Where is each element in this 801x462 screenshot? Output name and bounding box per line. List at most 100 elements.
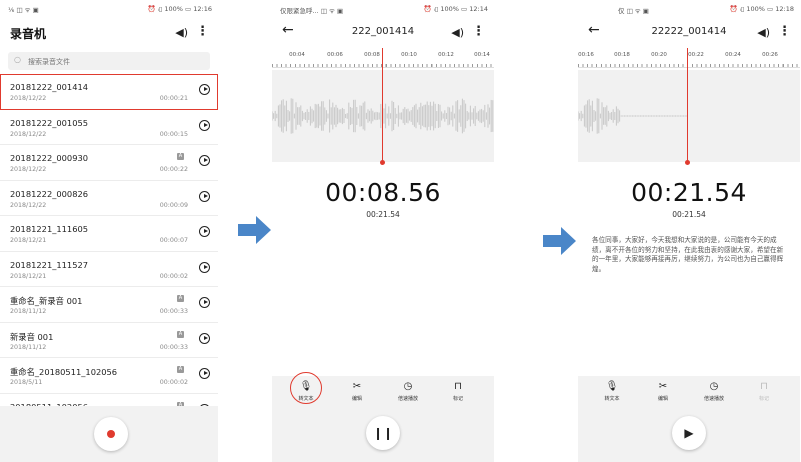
transcript-badge-icon: A <box>177 295 184 302</box>
recording-date: 2018/12/21 <box>10 272 47 280</box>
time-tick: 00:12 <box>438 52 454 58</box>
tool-label: 标记 <box>758 396 769 402</box>
bottom-panel: ❙❙ <box>272 408 494 462</box>
timeline-scale <box>272 59 494 68</box>
scissors-icon: ✂ <box>658 381 668 392</box>
playhead-knob[interactable] <box>685 160 690 165</box>
recording-name: 20181221_111605 <box>10 224 89 234</box>
play-icon[interactable] <box>199 119 210 131</box>
waveform[interactable] <box>578 70 800 162</box>
timeline-ruler[interactable]: 00:16 00:18 00:20 00:22 00:24 00:26 <box>578 48 800 70</box>
play-button[interactable]: ▶ <box>672 416 706 450</box>
speed-icon: ◷ <box>403 381 413 392</box>
status-left: 仅 ◫ ᯤ ▣ <box>618 7 649 15</box>
recording-row[interactable]: 新录音 001 2018/11/12 00:00:33 A <box>0 323 218 358</box>
recording-row[interactable]: 20181221_111605 2018/12/21 00:00:07 <box>0 216 218 252</box>
play-icon[interactable] <box>199 332 210 344</box>
recording-date: 2018/12/21 <box>10 237 47 244</box>
recording-duration: 00:00:21 <box>159 95 188 102</box>
recording-duration: 00:00:33 <box>159 343 188 351</box>
recording-name: 20181222_001414 <box>10 82 89 92</box>
recording-name: 重命名_新录音 001 <box>10 296 83 306</box>
bottom-panel <box>0 406 218 462</box>
bookmark-button[interactable]: ⊓ 标记 <box>744 380 784 402</box>
time-tick: 00:08 <box>364 52 380 58</box>
edit-button[interactable]: ✂ 编辑 <box>337 380 377 402</box>
play-icon[interactable] <box>199 368 210 379</box>
recording-date: 2018/5/11 <box>10 379 43 386</box>
timeline-ruler[interactable]: 00:04 00:06 00:08 00:10 00:12 00:14 <box>272 48 494 70</box>
recording-row[interactable]: 20181222_001055 2018/12/22 00:00:15 <box>0 110 218 145</box>
tool-label: 标记 <box>452 396 463 402</box>
speaker-icon[interactable]: ◀) <box>175 26 188 39</box>
play-icon[interactable] <box>199 190 210 202</box>
flow-arrow-icon <box>238 216 271 244</box>
time-tick: 00:06 <box>327 52 343 58</box>
page-title: 录音机 <box>10 27 47 41</box>
status-bar: ⅙ ◫ ᯤ ▣ ⏰ ᵢ▯ 100% ▭ 12:16 <box>0 0 218 18</box>
recording-row[interactable]: 重命名_新录音 001 2018/11/12 00:00:33 A <box>0 287 218 323</box>
speed-button[interactable]: ◷ 倍速播放 <box>694 380 734 402</box>
recording-row[interactable]: 20181222_000930 2018/12/22 00:00:22 A <box>0 145 218 181</box>
status-right: ⏰ ᵢ▯ 100% ▭ 12:14 <box>423 5 488 13</box>
bottom-panel: ▶ <box>578 408 800 462</box>
recording-duration: 00:00:22 <box>159 166 188 173</box>
more-options-icon[interactable]: ⋮ <box>778 24 791 39</box>
search-input[interactable] <box>26 54 200 69</box>
record-dot-icon <box>107 430 115 438</box>
status-left: ⅙ ◫ ᯤ ▣ <box>8 6 39 14</box>
more-options-icon[interactable]: ⋮ <box>196 24 209 39</box>
status-right: ⏰ ᵢ▯ 100% ▭ 12:18 <box>729 5 794 13</box>
play-icon[interactable] <box>199 155 210 166</box>
time-tick: 00:16 <box>578 52 594 58</box>
play-icon[interactable] <box>199 297 210 308</box>
edit-button[interactable]: ✂ 编辑 <box>643 380 683 402</box>
recording-duration: 00:00:09 <box>159 201 188 209</box>
waveform[interactable] <box>272 70 494 162</box>
playhead[interactable] <box>382 48 383 162</box>
transcript-badge-icon: A <box>177 330 184 338</box>
play-icon[interactable] <box>199 226 210 237</box>
recording-row[interactable]: 20181222_000826 2018/12/22 00:00:09 <box>0 181 218 216</box>
playhead[interactable] <box>687 48 688 162</box>
app-bar: 录音机 ◀) ⋮ <box>0 20 218 46</box>
play-icon[interactable] <box>199 84 210 95</box>
recording-name: 新录音 001 <box>10 331 54 342</box>
recording-name: 20181222_000930 <box>10 153 89 163</box>
tool-label: 编辑 <box>351 396 362 402</box>
bookmark-button[interactable]: ⊓ 标记 <box>438 380 478 402</box>
bookmark-icon: ⊓ <box>454 381 462 392</box>
scissors-icon: ✂ <box>352 381 362 392</box>
recording-row[interactable]: 20181222_001414 2018/12/22 00:00:21 <box>0 74 218 110</box>
recording-row[interactable]: 20181221_111527 2018/12/21 00:00:02 <box>0 252 218 287</box>
more-options-icon[interactable]: ⋮ <box>472 24 485 39</box>
recording-name: 20181221_111527 <box>10 259 89 270</box>
status-bar: 仅限紧急呼... ◫ ᯤ ▣ ⏰ ᵢ▯ 100% ▭ 12:14 <box>272 0 494 18</box>
time-tick: 00:24 <box>725 52 741 58</box>
speaker-icon[interactable]: ◀) <box>757 26 770 39</box>
record-button[interactable] <box>94 417 128 451</box>
pause-button[interactable]: ❙❙ <box>366 416 400 450</box>
recording-duration: 00:00:15 <box>159 130 188 138</box>
tool-label: 倍速播放 <box>703 396 724 402</box>
mic-text-icon: 🎙 <box>605 381 619 392</box>
timeline-scale <box>578 59 800 68</box>
speed-button[interactable]: ◷ 倍速播放 <box>388 380 428 402</box>
transcribe-button[interactable]: 🎙 转文本 <box>592 380 632 402</box>
speaker-icon[interactable]: ◀) <box>451 26 464 39</box>
playhead-knob[interactable] <box>380 160 385 165</box>
play-icon[interactable] <box>199 261 210 273</box>
speed-icon: ◷ <box>709 381 719 392</box>
status-right: ⏰ ᵢ▯ 100% ▭ 12:16 <box>147 5 212 13</box>
search-bar[interactable]: ○ <box>8 52 210 70</box>
time-tick: 00:20 <box>651 52 667 58</box>
recording-duration: 00:00:33 <box>159 308 188 315</box>
recording-row[interactable]: 重命名_20180511_102056 2018/5/11 00:00:02 A <box>0 358 218 394</box>
recording-name: 20181222_001055 <box>10 117 89 128</box>
time-tick: 00:26 <box>762 52 778 58</box>
action-toolbar: 🎙 转文本 ✂ 编辑 ◷ 倍速播放 ⊓ 标记 <box>578 376 800 408</box>
recording-row[interactable]: 20180511_102056A <box>0 394 218 406</box>
recording-date: 2018/12/22 <box>10 201 47 209</box>
tool-label: 转文本 <box>604 396 620 402</box>
time-tick: 00:14 <box>474 52 490 58</box>
